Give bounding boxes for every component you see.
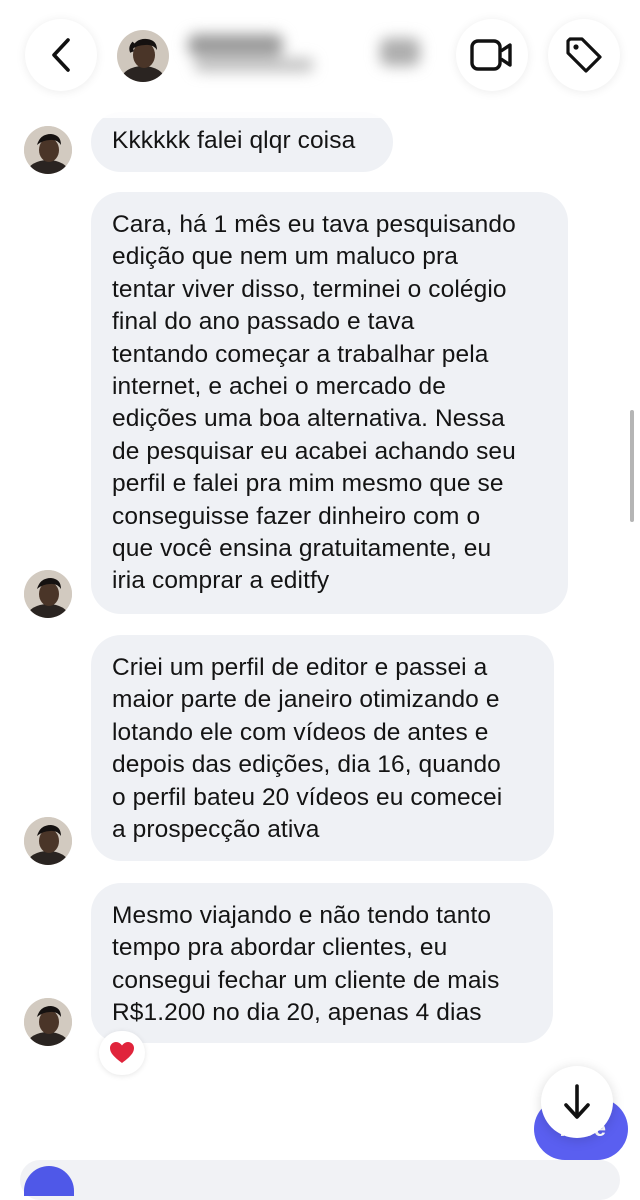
sender-avatar[interactable] [24,126,72,174]
video-call-button[interactable] [456,19,528,91]
video-camera-icon [470,39,512,71]
sender-avatar[interactable] [24,817,72,865]
message-line: final do ano passado e tava [112,308,415,336]
message-composer[interactable] [20,1160,620,1200]
message-line: tentando começar a trabalhar pela [112,340,489,368]
contact-name-blurred[interactable] [180,28,430,84]
chevron-left-icon [52,38,70,72]
heart-icon [110,1042,134,1063]
message-line: a prospecção ativa [112,816,320,844]
message-line: internet, e achei o mercado de [112,373,446,401]
back-button[interactable] [25,19,97,91]
tag-icon [566,37,602,73]
message-line: de pesquisar eu acabei achando seu [112,437,516,465]
message-line: Cara, há 1 mês eu tava pesquisando [112,211,516,238]
message-line: tentar viver disso, terminei o colégio [112,275,507,303]
scrollbar[interactable] [630,410,634,522]
message-line: Mesmo viajando e não tendo tanto [112,902,492,929]
heart-reaction[interactable] [99,1031,145,1075]
message-line: lotando ele com vídeos de antes e [112,718,489,746]
message-bubble[interactable]: Criei um perfil de editor e passei a mai… [91,635,554,861]
message-line: que você ensina gratuitamente, eu [112,535,492,563]
message-line: Kkkkkk falei qlqr coisa [112,127,356,154]
sender-avatar[interactable] [24,998,72,1046]
message-bubble[interactable]: Kkkkkk falei qlqr coisa [91,112,393,172]
message-line: consegui fechar um cliente de mais [112,966,500,994]
scroll-to-bottom-button[interactable] [541,1066,613,1138]
message-line: perfil e falei pra mim mesmo que se [112,470,504,498]
message-bubble[interactable]: Mesmo viajando e não tendo tanto tempo p… [91,883,553,1043]
message-line: Criei um perfil de editor e passei a [112,654,488,681]
tag-button[interactable] [548,19,620,91]
contact-avatar[interactable] [117,30,169,82]
message-line: o perfil bateu 20 vídeos eu comecei [112,783,503,811]
arrow-down-icon [564,1084,590,1119]
message-line: maior parte de janeiro otimizando e [112,686,500,714]
sender-avatar[interactable] [24,570,72,618]
message-line: tempo pra abordar clientes, eu [112,934,448,962]
message-line: R$1.200 no dia 20, apenas 4 dias [112,999,482,1027]
message-line: conseguisse fazer dinheiro com o [112,502,481,530]
message-bubble[interactable]: Cara, há 1 mês eu tava pesquisando ediçã… [91,192,568,614]
message-line: edições uma boa alternativa. Nessa [112,405,505,433]
message-line: edição que nem um maluco pra [112,243,458,271]
message-line: depois das edições, dia 16, quando [112,751,501,779]
chat-header [0,0,640,118]
message-line: iria comprar a editfy [112,567,330,595]
